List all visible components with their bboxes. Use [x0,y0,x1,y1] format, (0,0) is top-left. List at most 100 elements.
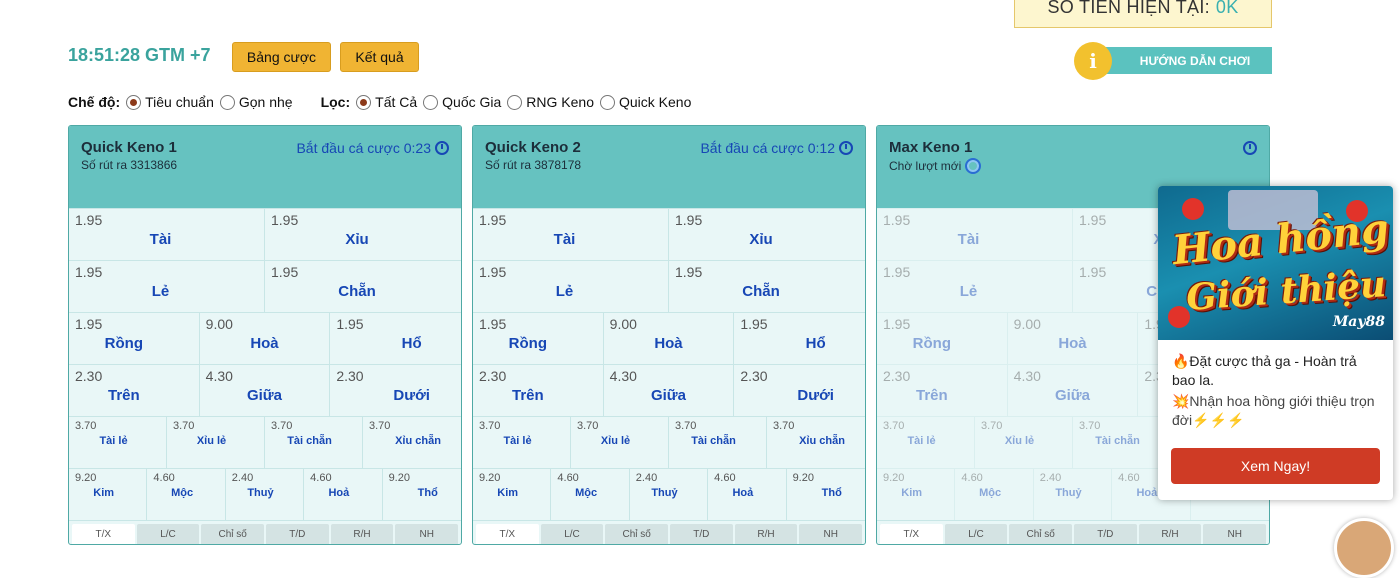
bet-table-button[interactable]: Bảng cược [232,42,331,72]
filter-radio-2[interactable]: RNG Keno [507,94,594,110]
tab-2[interactable]: Chỉ số [1009,524,1073,544]
bet-name: Lẻ [959,283,978,300]
bet-option[interactable]: 1.95 Xỉu [265,209,461,260]
bet-option[interactable]: 4.30 Giữa [1008,365,1139,416]
bet-option[interactable]: 1.95 Chẵn [265,261,461,312]
filter-radio-1[interactable]: Quốc Gia [423,94,501,110]
tab-4[interactable]: R/H [330,524,394,544]
tab-3[interactable]: T/D [1074,524,1137,544]
bet-option[interactable]: 9.00 Hoà [200,313,331,364]
tab-4[interactable]: R/H [734,524,798,544]
bet-option[interactable]: 1.95 Tài [69,209,265,260]
bet-option[interactable]: 2.30 Dưới [330,365,461,416]
bet-option[interactable]: 2.40 Thuỷ [1034,469,1113,520]
bet-option[interactable]: 1.95 Chẵn [669,261,865,312]
bet-option[interactable]: 1.95 Rồng [69,313,200,364]
tab-1[interactable]: L/C [944,524,1008,544]
bet-option[interactable]: 4.60 Mộc [551,469,630,520]
bet-odds: 9.20 [388,472,410,484]
bet-option[interactable]: 3.70 Tài lẻ [473,417,571,468]
bet-option[interactable]: 1.95 Tài [877,209,1073,260]
bet-option[interactable]: 9.20 Thổ [787,469,865,520]
bet-name: Tài lẻ [907,435,936,447]
bet-option[interactable]: 4.60 Hoả [708,469,787,520]
bet-option[interactable]: 3.70 Tài lẻ [69,417,167,468]
tab-5[interactable]: NH [395,524,459,544]
bet-option[interactable]: 3.70 Xỉu lẻ [975,417,1073,468]
tab-5[interactable]: NH [799,524,863,544]
bet-odds: 3.70 [773,420,795,432]
odds-row: 3.70Tài lẻ3.70Xỉu lẻ3.70Tài chẵn3.70Xỉu … [69,416,461,468]
bet-option[interactable]: 1.95 Tài [473,209,669,260]
bet-option[interactable]: 3.70 Xỉu lẻ [571,417,669,468]
bet-option[interactable]: 3.70 Tài lẻ [877,417,975,468]
bet-option[interactable]: 2.40 Thuỷ [630,469,709,520]
bet-option[interactable]: 1.95 Lẻ [69,261,265,312]
bet-option[interactable]: 1.95 Lẻ [877,261,1073,312]
guide-button[interactable]: HƯỚNG DẪN CHƠI i [1074,42,1272,80]
bet-option[interactable]: 3.70 Xỉu chẵn [767,417,865,468]
bet-option[interactable]: 1.95 Rồng [473,313,604,364]
bet-option[interactable]: 1.95 Xỉu [669,209,865,260]
bet-option[interactable]: 9.20 Kim [473,469,552,520]
bet-name: Thuỷ [247,487,274,499]
tab-0[interactable]: T/X [72,524,135,544]
bet-option[interactable]: 3.70 Xỉu chẵn [363,417,461,468]
bet-option[interactable]: 4.60 Mộc [147,469,226,520]
bet-option[interactable]: 2.30 Dưới [734,365,865,416]
chat-avatar[interactable] [1334,518,1394,578]
bet-option[interactable]: 1.95 Rồng [877,313,1008,364]
view-now-button[interactable]: Xem Ngay! [1171,448,1380,484]
bet-option[interactable]: 3.70 Tài chẵn [265,417,363,468]
bet-odds: 4.60 [961,472,983,484]
bet-option[interactable]: 4.30 Giữa [604,365,735,416]
bet-odds: 9.20 [792,472,814,484]
bet-name: Tài lẻ [99,435,128,447]
results-button[interactable]: Kết quả [340,42,419,72]
bet-option[interactable]: 1.95 Hổ [330,313,461,364]
tab-3[interactable]: T/D [266,524,329,544]
tab-2[interactable]: Chỉ số [201,524,265,544]
bet-option[interactable]: 3.70 Xỉu lẻ [167,417,265,468]
bet-option[interactable]: 9.20 Kim [877,469,956,520]
tab-0[interactable]: T/X [880,524,943,544]
bet-option[interactable]: 3.70 Tài chẵn [1073,417,1171,468]
tab-0[interactable]: T/X [476,524,539,544]
bet-option[interactable]: 4.60 Hoả [304,469,383,520]
bet-odds: 4.60 [310,472,332,484]
bet-name: Xỉu chẵn [395,435,441,447]
filter-radio-0[interactable]: Tất Cả [356,94,417,110]
bet-option[interactable]: 4.30 Giữa [200,365,331,416]
tab-5[interactable]: NH [1203,524,1267,544]
tab-1[interactable]: L/C [136,524,200,544]
bet-option[interactable]: 9.20 Thổ [383,469,461,520]
mode-radio-0[interactable]: Tiêu chuẩn [126,94,214,110]
bet-option[interactable]: 3.70 Tài chẵn [669,417,767,468]
tab-2[interactable]: Chỉ số [605,524,669,544]
bet-option[interactable]: 2.30 Trên [69,365,200,416]
bet-name: Trên [511,387,544,404]
filter-radio-3[interactable]: Quick Keno [600,94,691,110]
ball-shape [1182,198,1204,220]
panel-status: Bắt đầu cá cược 0:12 [700,140,853,156]
bet-option[interactable]: 9.20 Kim [69,469,148,520]
odds-row: 1.95Rồng9.00Hoà1.95Hổ [69,312,461,364]
tab-1[interactable]: L/C [540,524,604,544]
mode-radio-1[interactable]: Gọn nhẹ [219,94,293,110]
bet-option[interactable]: 2.30 Trên [473,365,604,416]
tab-4[interactable]: R/H [1138,524,1202,544]
bet-name: Thổ [417,487,438,499]
bet-option[interactable]: 4.60 Mộc [955,469,1034,520]
tab-3[interactable]: T/D [670,524,733,544]
radio-label: Gọn nhẹ [238,94,293,110]
bet-odds: 3.70 [883,420,905,432]
status-text: Bắt đầu cá cược 0:23 [296,140,431,156]
bet-option[interactable]: 9.00 Hoà [604,313,735,364]
bet-option[interactable]: 2.40 Thuỷ [226,469,305,520]
bet-name: Mộc [575,487,598,499]
bet-option[interactable]: 1.95 Lẻ [473,261,669,312]
bet-option[interactable]: 1.95 Hổ [734,313,865,364]
bet-name: Thuỷ [1055,487,1082,499]
bet-option[interactable]: 2.30 Trên [877,365,1008,416]
bet-option[interactable]: 9.00 Hoà [1008,313,1139,364]
